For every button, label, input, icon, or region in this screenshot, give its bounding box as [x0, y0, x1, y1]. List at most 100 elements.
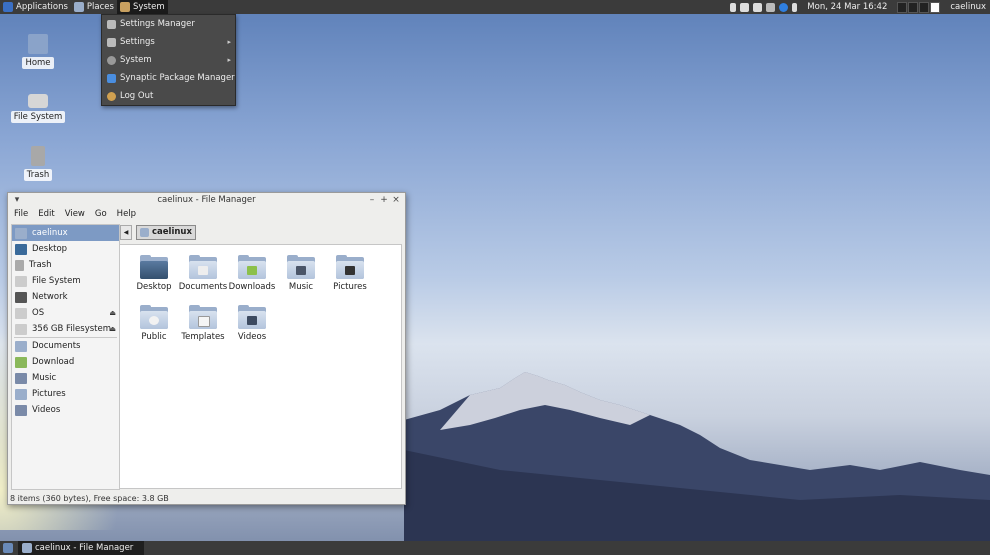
clock[interactable]: Mon, 24 Mar 16:42	[807, 2, 887, 12]
sidebar-item-label: caelinux	[32, 228, 68, 238]
path-back-button[interactable]: ◀	[120, 224, 132, 240]
eject-icon[interactable]: ⏏	[109, 325, 116, 333]
drive-icon	[15, 323, 27, 335]
sidebar-item-label: Download	[32, 357, 75, 367]
volume-icon[interactable]	[753, 2, 763, 12]
workspace-2[interactable]	[908, 1, 919, 13]
window-title: caelinux - File Manager	[157, 195, 256, 205]
places-menu[interactable]: Places	[71, 0, 117, 14]
sidebar-item-download[interactable]: Download	[12, 354, 119, 370]
file-item-documents[interactable]: Documents	[177, 255, 229, 292]
desktop-icon-trash[interactable]: Trash	[8, 146, 68, 181]
sidebar-item-356gb[interactable]: 356 GB Filesystem ⏏	[12, 321, 119, 337]
file-item-label: Public	[141, 332, 167, 342]
workspace-1[interactable]	[897, 1, 908, 13]
path-crumb[interactable]: caelinux	[136, 224, 196, 240]
mail-icon[interactable]	[740, 2, 750, 12]
menu-item-label: System	[120, 55, 152, 65]
file-item-label: Pictures	[333, 282, 367, 292]
folder-icon	[15, 404, 27, 416]
menubar: File Edit View Go Help	[8, 207, 405, 221]
wifi-icon[interactable]	[766, 2, 776, 12]
documents-folder-icon	[189, 255, 217, 279]
folder-icon	[15, 340, 27, 352]
workspace-switcher[interactable]	[897, 1, 941, 13]
sidebar-item-pictures[interactable]: Pictures	[12, 386, 119, 402]
sidebar-item-label: Pictures	[32, 389, 66, 399]
menu-view[interactable]: View	[61, 209, 89, 219]
sidebar-item-os[interactable]: OS ⏏	[12, 305, 119, 321]
eject-icon[interactable]: ⏏	[109, 309, 116, 317]
applications-label: Applications	[16, 2, 68, 12]
top-panel: Applications Places System Mon, 24 Mar 1…	[0, 0, 990, 14]
file-item-downloads[interactable]: Downloads	[226, 255, 278, 292]
sidebar-item-documents[interactable]: Documents	[12, 338, 119, 354]
show-desktop-icon[interactable]	[3, 543, 13, 553]
sidebar-item-music[interactable]: Music	[12, 370, 119, 386]
bluetooth-icon[interactable]	[792, 2, 798, 12]
menu-help[interactable]: Help	[113, 209, 140, 219]
status-bar: 8 items (360 bytes), Free space: 3.8 GB	[10, 494, 169, 503]
sidebar-item-file-system[interactable]: File System	[12, 273, 119, 289]
sidebar-item-label: OS	[32, 308, 45, 318]
sidebar-item-label: Videos	[32, 405, 61, 415]
file-item-music[interactable]: Music	[275, 255, 327, 292]
desktop-folder-icon	[140, 255, 168, 279]
menu-item-synaptic[interactable]: Synaptic Package Manager	[102, 69, 235, 87]
sidebar-item-label: Trash	[29, 260, 52, 270]
file-item-public[interactable]: Public	[128, 305, 180, 342]
menu-item-settings-manager[interactable]: Settings Manager	[102, 15, 235, 33]
folder-icon	[15, 388, 27, 400]
update-notifier-icon[interactable]	[779, 2, 789, 12]
menu-file[interactable]: File	[10, 209, 32, 219]
sidebar-item-trash[interactable]: Trash	[12, 257, 119, 273]
home-icon	[140, 227, 149, 237]
window-menu-icon[interactable]: ▾	[12, 195, 22, 205]
sidebar-item-label: 356 GB Filesystem	[32, 324, 111, 334]
system-tray: Mon, 24 Mar 16:42 caelinux	[730, 0, 990, 14]
gear-icon	[107, 55, 116, 65]
settings-manager-icon	[107, 19, 116, 29]
file-item-pictures[interactable]: Pictures	[324, 255, 376, 292]
file-item-videos[interactable]: Videos	[226, 305, 278, 342]
music-folder-icon	[287, 255, 315, 279]
sidebar-item-caelinux[interactable]: caelinux	[12, 225, 119, 241]
desktop-icon-home[interactable]: Home	[8, 34, 68, 69]
file-item-label: Desktop	[136, 282, 172, 292]
desktop-icon	[15, 243, 27, 255]
menu-item-settings[interactable]: Settings ▸	[102, 33, 235, 51]
applications-menu[interactable]: Applications	[0, 0, 71, 14]
menu-item-label: Synaptic Package Manager	[120, 73, 235, 83]
battery-icon[interactable]	[730, 2, 737, 12]
system-menu[interactable]: System	[116, 0, 168, 14]
home-folder-icon	[28, 34, 48, 54]
submenu-arrow-icon: ▸	[227, 38, 231, 46]
menu-item-label: Settings Manager	[120, 19, 195, 29]
sidebar-item-network[interactable]: Network	[12, 289, 119, 305]
desktop-icon-file-system[interactable]: File System	[8, 90, 68, 123]
sidebar-item-videos[interactable]: Videos	[12, 402, 119, 418]
workspace-4[interactable]	[930, 1, 941, 13]
menu-item-log-out[interactable]: Log Out	[102, 87, 235, 105]
menu-edit[interactable]: Edit	[34, 209, 58, 219]
user-name[interactable]: caelinux	[950, 2, 986, 12]
sidebar-item-desktop[interactable]: Desktop	[12, 241, 119, 257]
workspace-3[interactable]	[919, 1, 930, 13]
minimize-icon[interactable]: –	[367, 195, 377, 205]
menu-item-system[interactable]: System ▸	[102, 51, 235, 69]
file-item-templates[interactable]: Templates	[177, 305, 229, 342]
videos-folder-icon	[238, 305, 266, 329]
close-icon[interactable]: ×	[391, 195, 401, 205]
window-titlebar[interactable]: ▾ caelinux - File Manager – + ×	[8, 193, 405, 207]
desktop-icon-label: Trash	[23, 169, 53, 181]
menu-go[interactable]: Go	[91, 209, 111, 219]
sidebar-item-label: Network	[32, 292, 68, 302]
network-icon	[15, 291, 27, 303]
taskbar-item-file-manager[interactable]: caelinux - File Manager	[18, 541, 144, 555]
file-item-desktop[interactable]: Desktop	[128, 255, 180, 292]
maximize-icon[interactable]: +	[379, 195, 389, 205]
file-item-label: Documents	[178, 282, 228, 292]
path-bar: ◀ caelinux	[120, 224, 196, 240]
downloads-folder-icon	[238, 255, 266, 279]
tools-icon	[119, 2, 130, 12]
